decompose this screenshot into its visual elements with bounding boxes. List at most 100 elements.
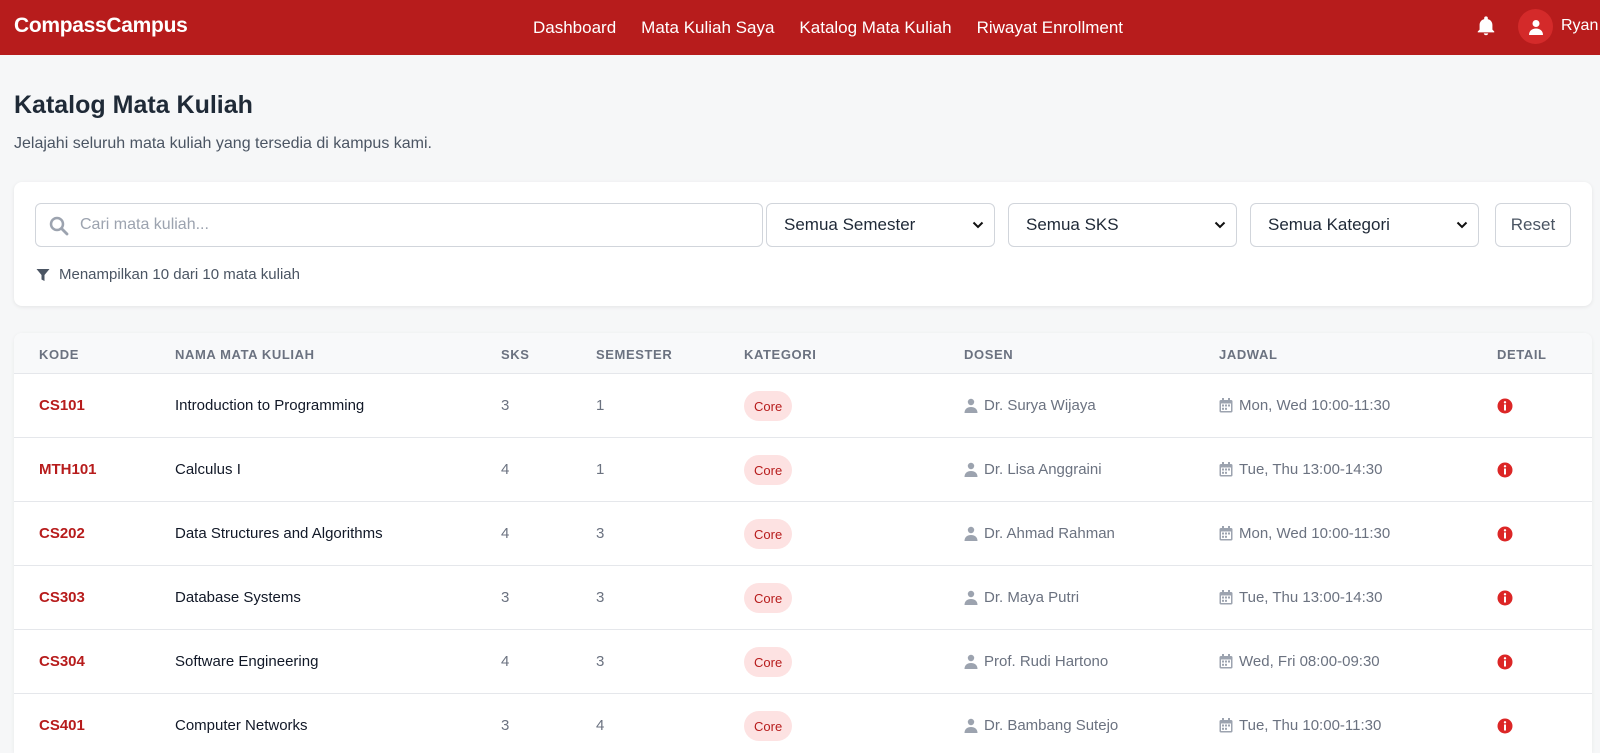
username[interactable]: Ryan [1561, 17, 1598, 35]
schedule-text: Mon, Wed 10:00-11:30 [1239, 525, 1391, 542]
page-title: Katalog Mata Kuliah [14, 91, 253, 119]
person-icon [964, 462, 978, 477]
course-sks: 3 [501, 589, 510, 606]
search-box [35, 203, 763, 247]
chevron-down-icon [1214, 221, 1226, 229]
search-input[interactable] [80, 204, 750, 246]
calendar-icon [1219, 654, 1233, 669]
course-lecturer: Dr. Maya Putri [964, 589, 1079, 606]
lecturer-name: Dr. Surya Wijaya [984, 397, 1096, 414]
nav-link-riwayat[interactable]: Riwayat Enrollment [977, 18, 1123, 38]
course-semester: 1 [596, 397, 605, 414]
lecturer-name: Dr. Ahmad Rahman [984, 525, 1115, 542]
course-sks: 4 [501, 653, 510, 670]
table-row[interactable]: CS304 Software Engineering 4 3 Core Prof. Rud… [14, 630, 1592, 694]
lecturer-name: Dr. Bambang Sutejo [984, 717, 1119, 734]
course-semester: 3 [596, 589, 605, 606]
category-badge: Core [744, 647, 793, 677]
person-icon [964, 654, 978, 669]
th-detail[interactable]: DETAIL [1497, 347, 1547, 362]
info-icon[interactable] [1497, 590, 1513, 606]
semester-select-value: Semua Semester [784, 215, 916, 234]
reset-button[interactable]: Reset [1495, 203, 1571, 247]
filter-info-text: Menampilkan 10 dari 10 mata kuliah [59, 266, 300, 283]
table-row[interactable]: CS202 Data Structures and Algorithms 4 3 Cor… [14, 502, 1592, 566]
table-row[interactable]: MTH101 Calculus I 4 1 Core Dr. Lisa Anggraini… [14, 438, 1592, 502]
course-sks: 4 [501, 461, 510, 478]
th-kategori[interactable]: KATEGORI [744, 347, 816, 362]
course-table: KODE NAMA MATA KULIAH SKS SEMESTER KATEG… [14, 333, 1592, 753]
user-icon [1528, 19, 1543, 35]
course-name: Introduction to Programming [175, 397, 365, 414]
brand-logo[interactable]: CompassCampus [14, 14, 188, 38]
kategori-select[interactable]: Semua Kategori [1250, 203, 1479, 247]
chevron-down-icon [972, 221, 984, 229]
schedule-text: Wed, Fri 08:00-09:30 [1239, 653, 1380, 670]
th-sks[interactable]: SKS [501, 347, 530, 362]
course-lecturer: Dr. Ahmad Rahman [964, 525, 1115, 542]
course-schedule: Mon, Wed 10:00-11:30 [1219, 397, 1390, 414]
category-badge: Core [744, 583, 793, 613]
schedule-text: Tue, Thu 13:00-14:30 [1239, 589, 1383, 606]
course-schedule: Tue, Thu 10:00-11:30 [1219, 717, 1381, 734]
lecturer-name: Prof. Rudi Hartono [984, 653, 1109, 670]
calendar-icon [1219, 526, 1233, 541]
course-schedule: Tue, Thu 13:00-14:30 [1219, 461, 1382, 478]
page-subtitle: Jelajahi seluruh mata kuliah yang tersed… [14, 135, 432, 152]
calendar-icon [1219, 398, 1233, 413]
course-name: Database Systems [175, 589, 301, 606]
th-semester[interactable]: SEMESTER [596, 347, 672, 362]
course-semester: 1 [596, 461, 605, 478]
course-semester: 4 [596, 717, 605, 734]
sks-select[interactable]: Semua SKS [1008, 203, 1237, 247]
th-nama[interactable]: NAMA MATA KULIAH [175, 347, 315, 362]
category-badge: Core [744, 391, 793, 421]
table-row[interactable]: CS101 Introduction to Programming 3 1 Core Dr… [14, 374, 1592, 438]
course-code[interactable]: CS101 [39, 397, 85, 414]
th-kode[interactable]: KODE [39, 347, 79, 362]
table-row[interactable]: CS401 Computer Networks 3 4 Core Dr. Bambang … [14, 694, 1592, 753]
lecturer-name: Dr. Maya Putri [984, 589, 1080, 606]
nav-link-mata-kuliah-saya[interactable]: Mata Kuliah Saya [641, 18, 774, 38]
course-code[interactable]: CS401 [39, 717, 85, 734]
person-icon [964, 590, 978, 605]
course-name: Data Structures and Algorithms [175, 525, 383, 542]
course-sks: 4 [501, 525, 510, 542]
th-jadwal[interactable]: JADWAL [1219, 347, 1278, 362]
course-lecturer: Dr. Lisa Anggraini [964, 461, 1102, 478]
calendar-icon [1219, 462, 1233, 477]
search-icon [49, 216, 69, 236]
filter-info: Menampilkan 10 dari 10 mata kuliah [36, 266, 300, 283]
calendar-icon [1219, 590, 1233, 605]
person-icon [964, 398, 978, 413]
nav-link-katalog[interactable]: Katalog Mata Kuliah [799, 18, 951, 38]
bell-icon[interactable] [1475, 14, 1497, 38]
info-icon[interactable] [1497, 462, 1513, 478]
course-code[interactable]: CS304 [39, 653, 85, 670]
filter-icon [36, 268, 50, 281]
avatar[interactable] [1518, 9, 1553, 44]
schedule-text: Mon, Wed 10:00-11:30 [1239, 397, 1391, 414]
info-icon[interactable] [1497, 526, 1513, 542]
category-badge: Core [744, 455, 793, 485]
course-sks: 3 [501, 717, 510, 734]
nav-links: Dashboard Mata Kuliah Saya Katalog Mata … [533, 0, 1148, 55]
course-code[interactable]: CS202 [39, 525, 85, 542]
course-code[interactable]: CS303 [39, 589, 85, 606]
semester-select[interactable]: Semua Semester [766, 203, 995, 247]
course-schedule: Wed, Fri 08:00-09:30 [1219, 653, 1380, 670]
info-icon[interactable] [1497, 718, 1513, 734]
lecturer-name: Dr. Lisa Anggraini [984, 461, 1102, 478]
category-badge: Core [744, 711, 793, 741]
course-name: Software Engineering [175, 653, 319, 670]
info-icon[interactable] [1497, 654, 1513, 670]
info-icon[interactable] [1497, 398, 1513, 414]
course-semester: 3 [596, 653, 605, 670]
table-row[interactable]: CS303 Database Systems 3 3 Core Dr. Maya Putr… [14, 566, 1592, 630]
course-code[interactable]: MTH101 [39, 461, 97, 478]
nav-link-dashboard[interactable]: Dashboard [533, 18, 616, 38]
schedule-text: Tue, Thu 13:00-14:30 [1239, 461, 1383, 478]
table-header: KODE NAMA MATA KULIAH SKS SEMESTER KATEG… [14, 333, 1592, 374]
course-lecturer: Dr. Surya Wijaya [964, 397, 1096, 414]
th-dosen[interactable]: DOSEN [964, 347, 1013, 362]
